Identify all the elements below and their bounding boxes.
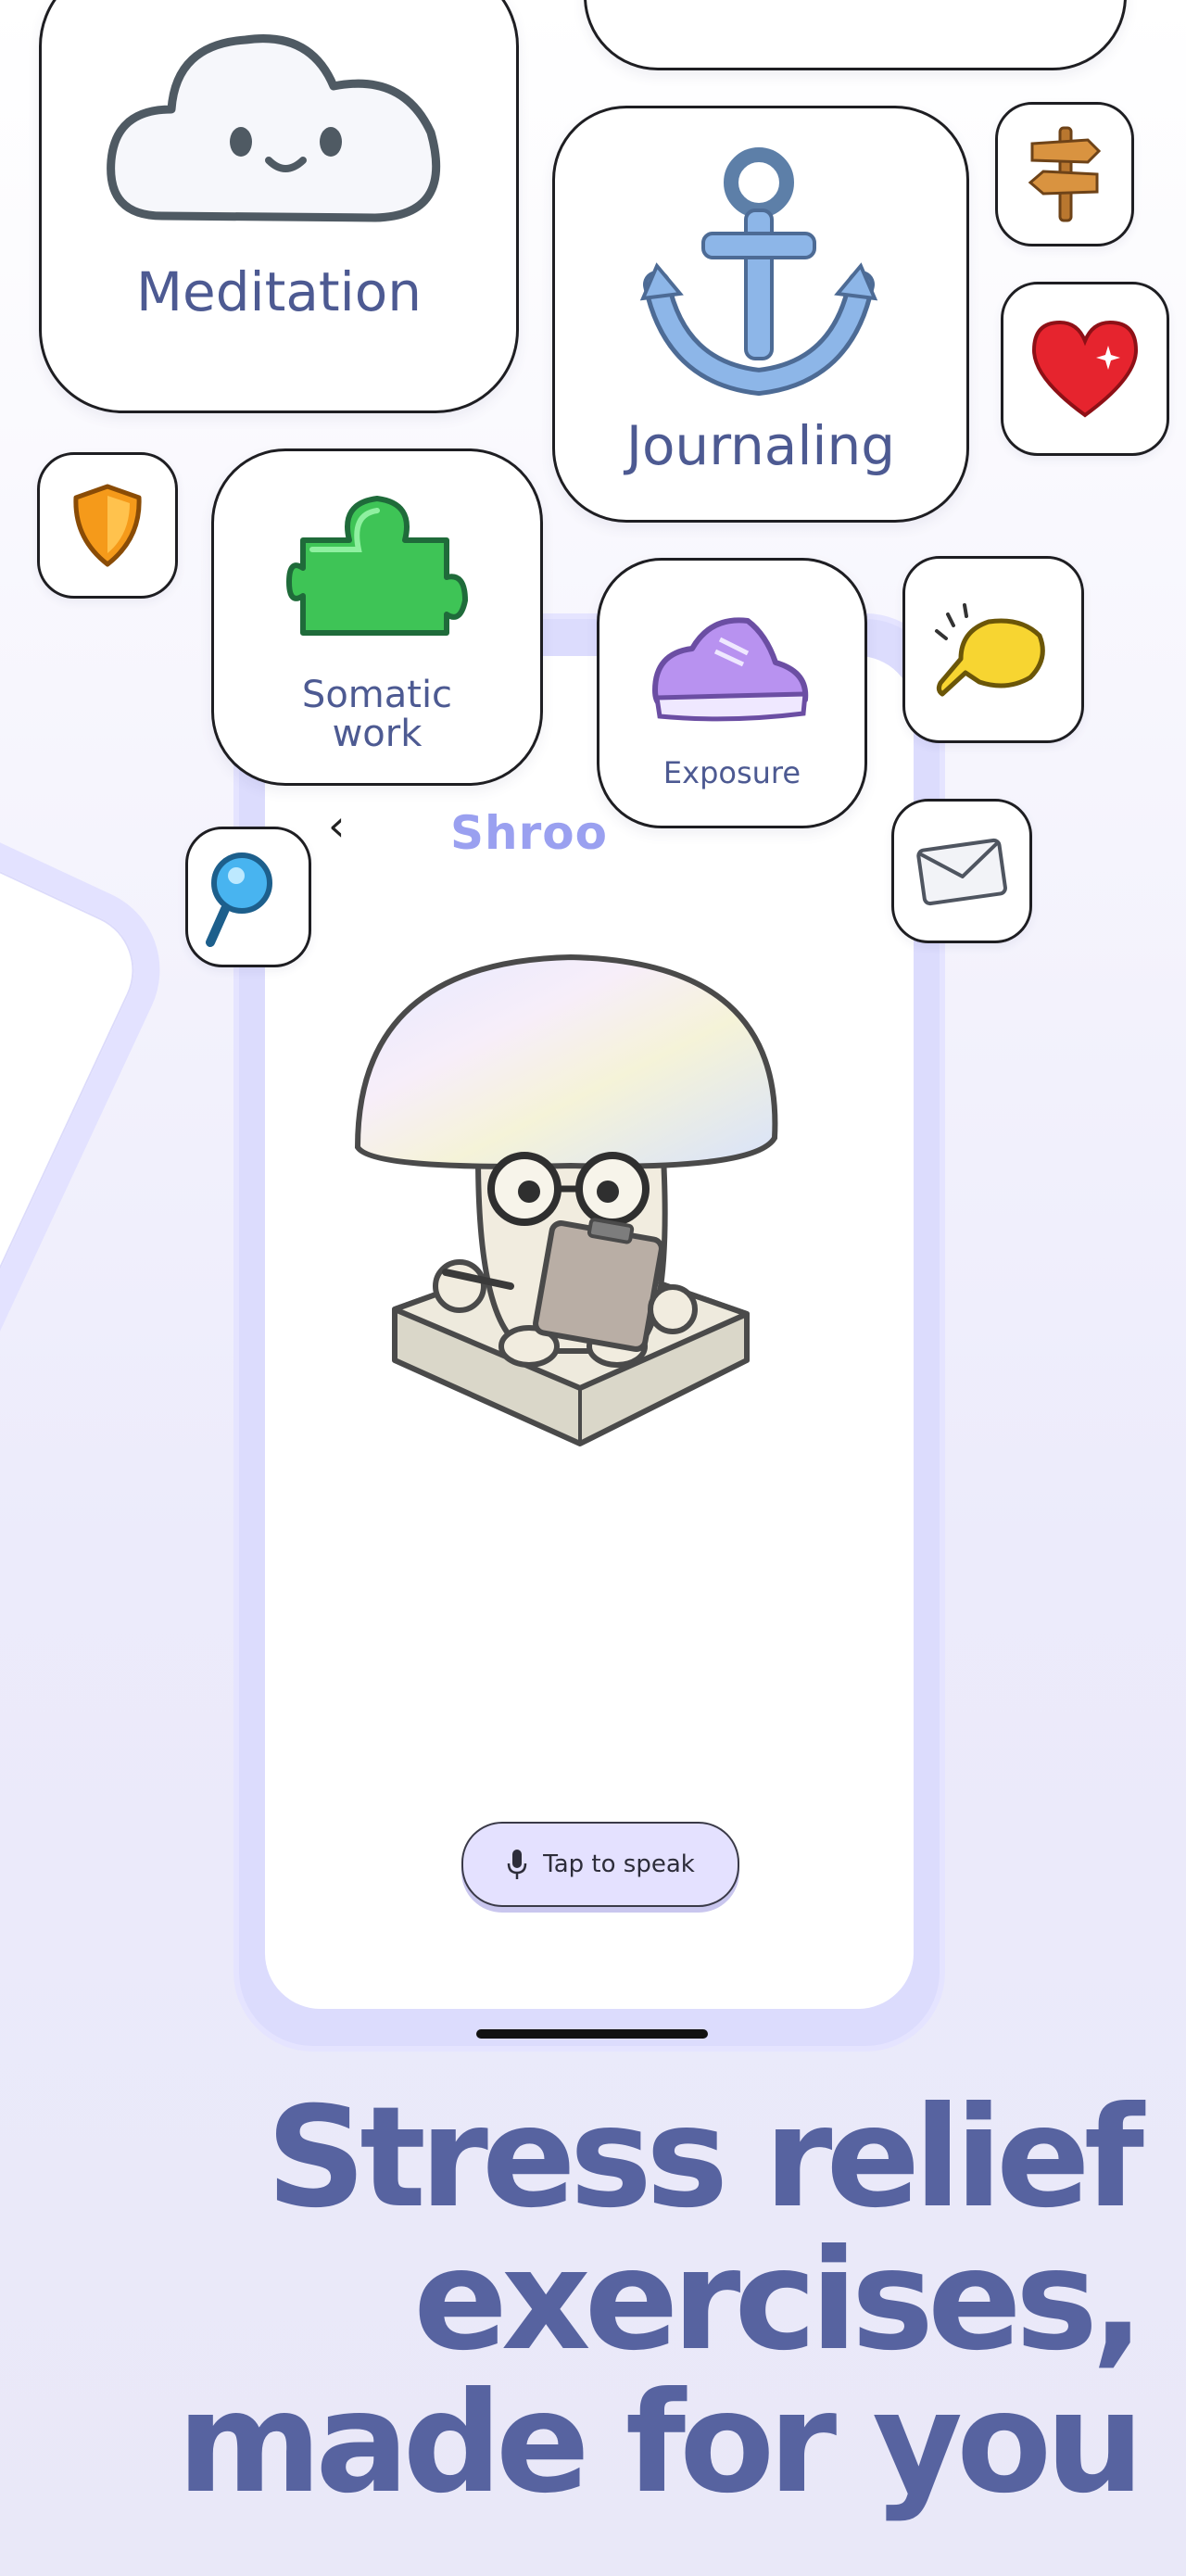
magnifier-tile[interactable] xyxy=(185,827,311,967)
headline-line-2: exercises, xyxy=(413,2220,1144,2381)
secondary-phone-frame: G 100 xyxy=(0,704,188,1901)
somatic-work-tile[interactable]: Somatic work xyxy=(211,448,543,786)
exposure-tile[interactable]: Exposure xyxy=(597,558,867,828)
shield-icon xyxy=(73,484,142,567)
signpost-tile[interactable] xyxy=(995,102,1134,246)
somatic-label-line1: Somatic xyxy=(301,674,453,716)
heart-icon xyxy=(1031,320,1139,418)
envelope-tile[interactable] xyxy=(891,799,1032,943)
journaling-tile[interactable]: Journaling xyxy=(552,106,969,523)
anchor-icon xyxy=(639,147,878,396)
partial-tile-top[interactable] xyxy=(584,0,1127,70)
meditation-label: Meditation xyxy=(135,260,423,323)
tap-to-speak-button[interactable]: Tap to speak xyxy=(461,1822,739,1907)
microphone-icon xyxy=(506,1849,528,1880)
pointing-hand-tile[interactable] xyxy=(902,556,1084,743)
shield-tile[interactable] xyxy=(37,452,178,599)
journaling-label: Journaling xyxy=(625,414,896,477)
signpost-icon xyxy=(1028,126,1102,222)
headline: Stress relief exercises, made for you xyxy=(26,2077,1144,2524)
phone-screen: ‹ Shroo Tap to speak xyxy=(265,656,914,2039)
puzzle-piece-icon xyxy=(286,496,468,636)
tap-to-speak-label: Tap to speak xyxy=(543,1850,695,1878)
envelope-icon xyxy=(916,838,1007,906)
heart-tile[interactable] xyxy=(1001,282,1169,456)
headline-line-1: Stress relief xyxy=(266,2077,1144,2239)
mushroom-mascot-illustration xyxy=(354,953,778,1446)
pointing-hand-icon xyxy=(935,603,1045,697)
main-phone-frame: ‹ Shroo Tap to speak xyxy=(239,619,940,2046)
smiling-cloud-icon xyxy=(107,34,441,222)
home-indicator xyxy=(476,2029,708,2039)
magnifier-icon xyxy=(206,852,272,947)
somatic-label-line2: work xyxy=(332,713,423,755)
exposure-label: Exposure xyxy=(662,755,801,790)
meditation-tile[interactable]: Meditation xyxy=(39,0,519,413)
app-title: Shroo xyxy=(450,806,608,860)
sneaker-icon xyxy=(652,617,809,722)
chevron-left-icon[interactable]: ‹ xyxy=(328,804,345,847)
headline-line-3: made for you xyxy=(177,2363,1144,2524)
